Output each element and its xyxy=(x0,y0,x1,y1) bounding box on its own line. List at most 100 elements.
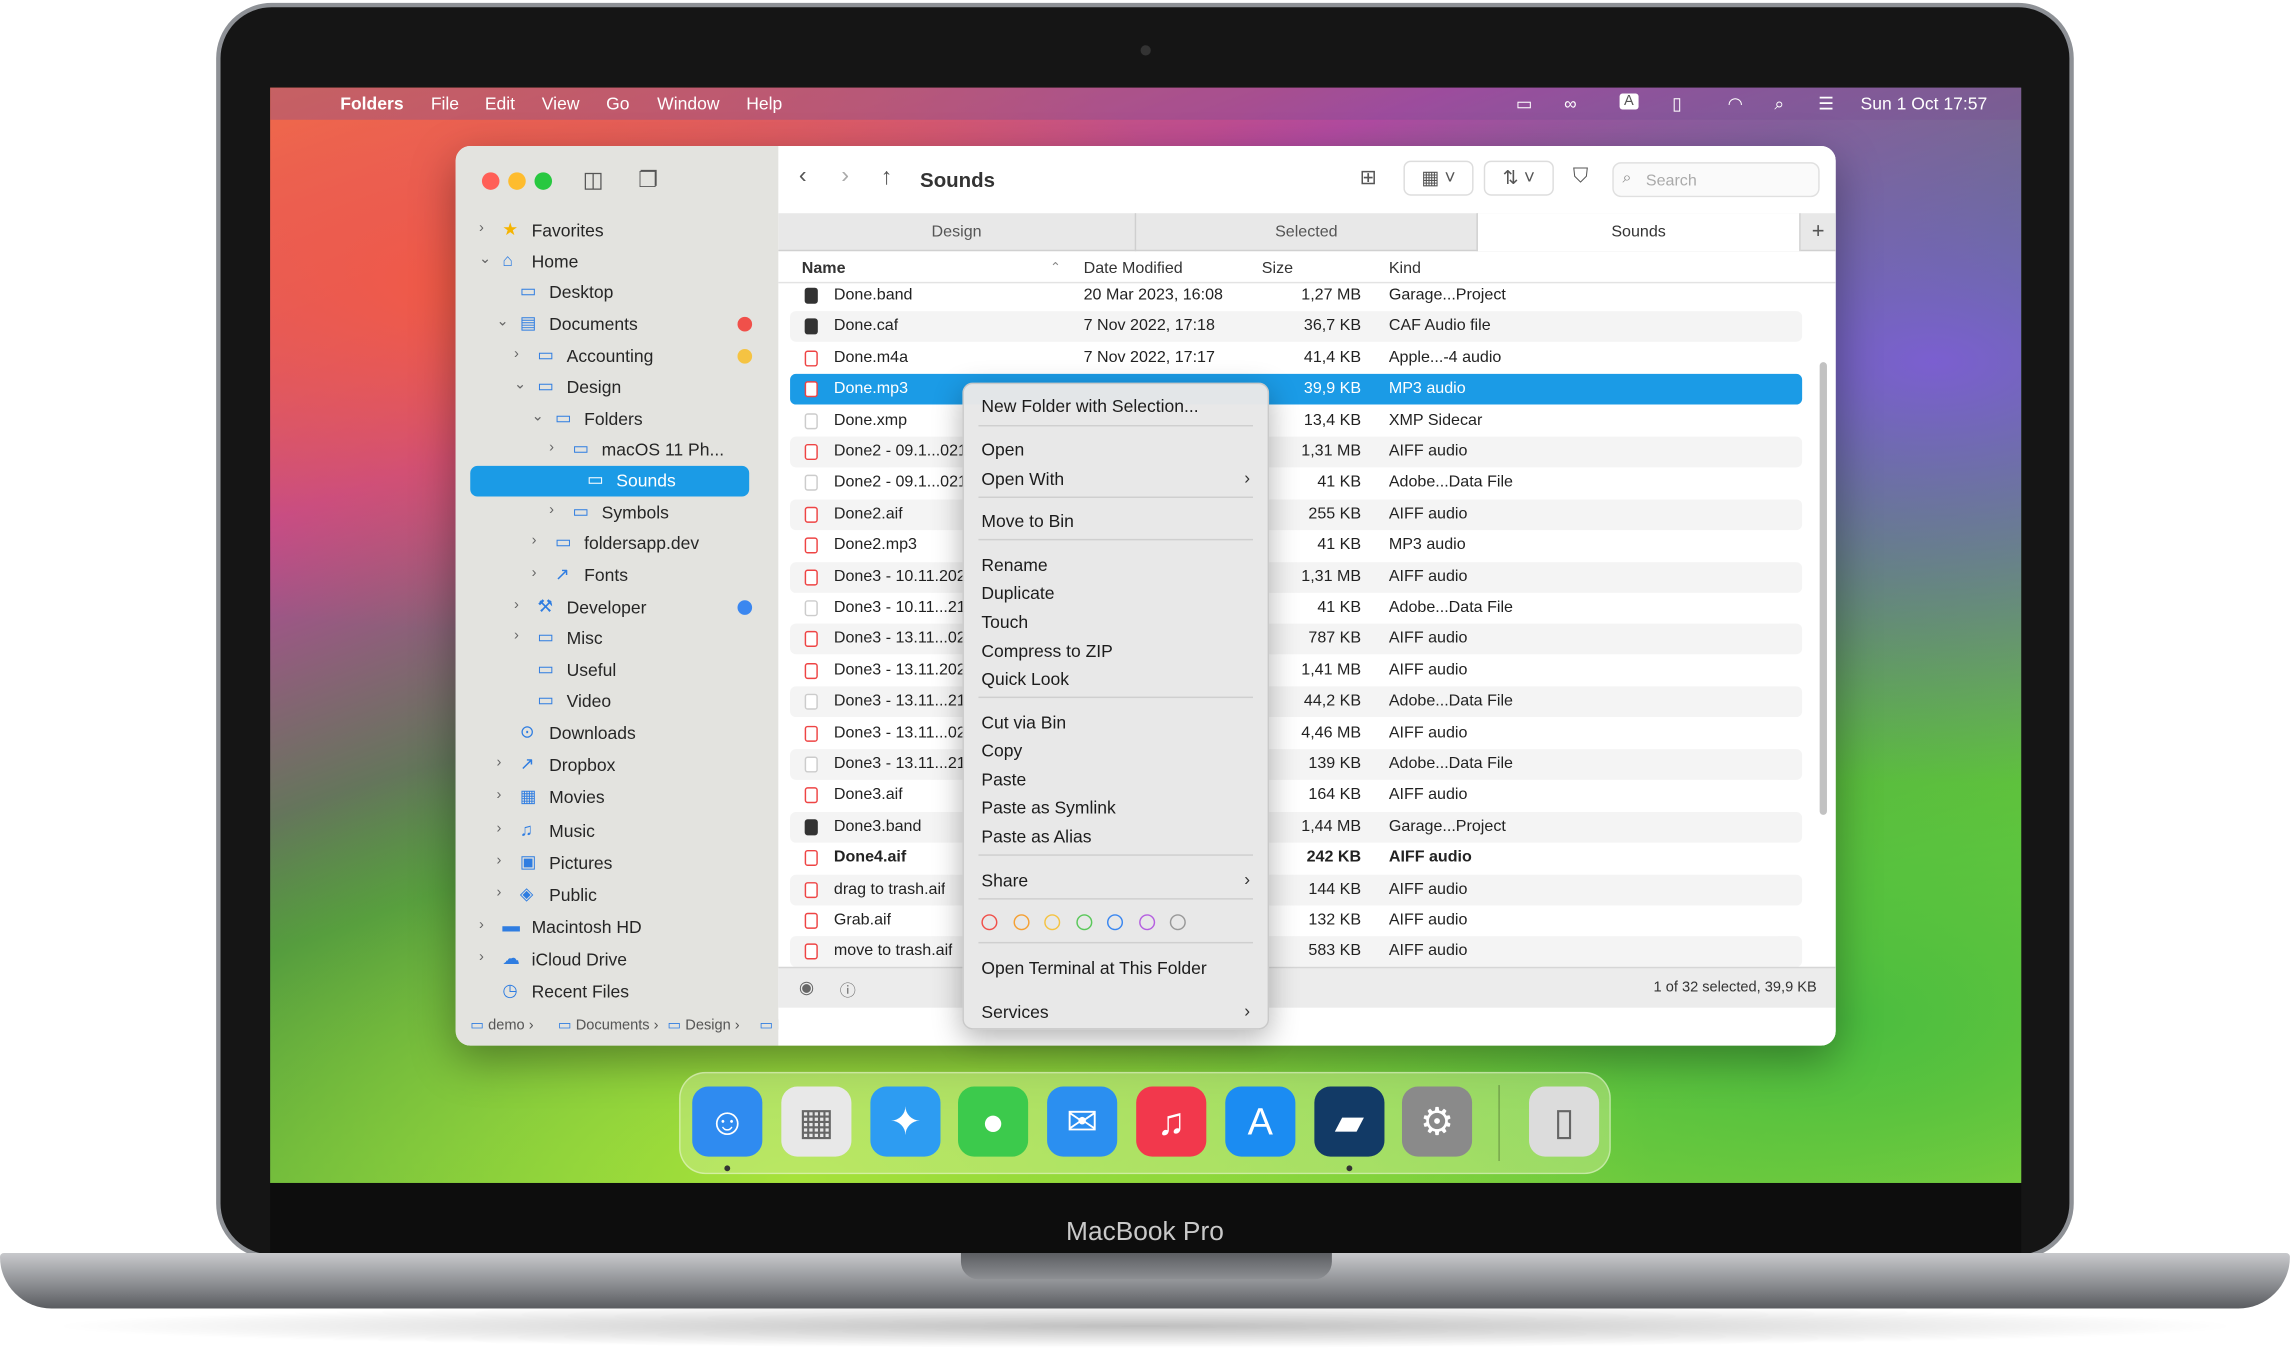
menu-item-copy[interactable]: Copy xyxy=(981,740,1022,760)
forward-icon[interactable]: › xyxy=(841,164,849,190)
info-icon[interactable]: ⓘ xyxy=(840,978,856,1001)
tag-color-dot[interactable] xyxy=(1044,914,1061,931)
sidebar-item-symbols[interactable]: › ▭ Symbols xyxy=(456,498,779,529)
file-row[interactable]: drag to trash.aif 144 KB AIFF audio xyxy=(790,874,1803,905)
breadcrumb-item[interactable]: ▭ Documents › xyxy=(558,1018,659,1034)
folders-app-icon[interactable]: ▰ xyxy=(1314,1086,1385,1157)
sidebar-item-developer[interactable]: › ⚒ Developer xyxy=(456,593,779,624)
control-center-icon[interactable]: ☰ xyxy=(1818,93,1834,113)
trash-icon[interactable]: ▯ xyxy=(1529,1086,1600,1157)
col-date[interactable]: Date Modified xyxy=(1084,260,1183,278)
sidebar-item-movies[interactable]: › ▦ Movies xyxy=(456,783,779,814)
sidebar-item-public[interactable]: › ◈ Public xyxy=(456,881,779,912)
file-row[interactable]: Done3 - 13.11.202 1,41 MB AIFF audio xyxy=(790,655,1802,686)
tag-color-dot[interactable] xyxy=(1106,914,1124,931)
settings-icon[interactable]: ⚙ xyxy=(1401,1086,1473,1157)
sidebar-item-desktop[interactable]: ▭ Desktop xyxy=(456,277,779,308)
breadcrumb-item[interactable]: ▭ demo › xyxy=(470,1018,533,1034)
back-icon[interactable]: ‹ xyxy=(799,164,807,190)
chevron-down-icon[interactable]: ⌄ xyxy=(479,251,491,267)
chevron-right-icon[interactable]: › xyxy=(549,440,554,456)
sidebar-item-macintosh-hd[interactable]: › ▬ Macintosh HD xyxy=(456,913,779,944)
file-row[interactable]: Done3.aif 164 KB AIFF audio xyxy=(790,780,1802,811)
col-kind[interactable]: Kind xyxy=(1389,260,1421,278)
search-field[interactable]: ⌕ Search xyxy=(1612,162,1820,198)
spotlight-icon[interactable]: ⌕ xyxy=(1774,93,1784,115)
sidebar-item-design[interactable]: ⌄ ▭ Design xyxy=(456,372,779,403)
enclosing-folder-icon[interactable]: ↑ xyxy=(881,165,893,191)
tag-color-dot[interactable] xyxy=(1169,914,1186,931)
menu-item-compress-to-zip[interactable]: Compress to ZIP xyxy=(981,641,1112,661)
menu-edit[interactable]: Edit xyxy=(485,93,515,113)
chevron-right-icon[interactable]: › xyxy=(497,853,502,869)
sidebar-item-recent-files[interactable]: ◷ Recent Files xyxy=(456,977,779,1008)
sidebar-item-fonts[interactable]: › ↗ Fonts xyxy=(456,561,779,592)
chevron-right-icon[interactable]: › xyxy=(497,821,502,837)
chevron-right-icon[interactable]: › xyxy=(532,533,537,549)
file-row[interactable]: Done2 - 09.1...021 41 KB Adobe...Data File xyxy=(790,468,1802,499)
menu-item-open[interactable]: Open xyxy=(981,440,1024,460)
menu-item-duplicate[interactable]: Duplicate xyxy=(981,583,1054,603)
menu-item-services[interactable]: Services xyxy=(981,1002,1048,1022)
mail-icon[interactable]: ✉ xyxy=(1047,1086,1118,1157)
file-row[interactable]: Done.caf 7 Nov 2022, 17:18 36,7 KB CAF Audi… xyxy=(790,311,1803,343)
chevron-right-icon[interactable]: › xyxy=(514,346,519,362)
breadcrumb-item[interactable]: ▭ Design › xyxy=(667,1018,739,1034)
menu-item-open-with[interactable]: Open With xyxy=(981,469,1064,489)
input-source-icon[interactable]: A xyxy=(1619,93,1639,110)
menu-window[interactable]: Window xyxy=(657,93,719,113)
menu-item-rename[interactable]: Rename xyxy=(981,555,1047,575)
tag-color-dot[interactable] xyxy=(1075,914,1092,931)
menu-item-share[interactable]: Share xyxy=(981,870,1028,890)
battery-icon[interactable]: ▯ xyxy=(1672,93,1682,113)
tab-sounds[interactable]: Sounds xyxy=(1477,213,1801,252)
file-row[interactable]: Done3 - 13.11...21, 139 KB Adobe...Data Fi… xyxy=(790,749,1803,780)
view-mode-icon[interactable]: ▦ ˅ xyxy=(1403,160,1474,196)
sidebar-toggle-icon[interactable]: ◫ xyxy=(583,166,604,193)
file-row[interactable]: Done.xmp 13,4 KB XMP Sidecar xyxy=(790,405,1802,436)
menu-item-quick-look[interactable]: Quick Look xyxy=(981,669,1069,689)
music-app-icon[interactable]: ♫ xyxy=(1136,1086,1207,1157)
sort-chevron-icon[interactable]: ⌃ xyxy=(1050,260,1061,276)
launchpad-icon[interactable]: ▦ xyxy=(781,1086,852,1157)
wifi-icon[interactable]: ◠ xyxy=(1728,93,1743,113)
menu-item-open-terminal-at-this-folder[interactable]: Open Terminal at This Folder xyxy=(981,958,1206,978)
menu-item-paste[interactable]: Paste xyxy=(981,770,1026,790)
menu-app-name[interactable]: Folders xyxy=(340,93,403,113)
chevron-right-icon[interactable]: › xyxy=(497,787,502,803)
sidebar-item-downloads[interactable]: ⊙ Downloads xyxy=(456,719,779,750)
tag-color-dot[interactable] xyxy=(981,914,998,931)
menu-clock[interactable]: Sun 1 Oct 17:57 xyxy=(1861,93,1988,113)
chevron-right-icon[interactable]: › xyxy=(497,885,502,901)
menu-view[interactable]: View xyxy=(542,93,580,113)
appstore-icon[interactable]: A xyxy=(1225,1086,1296,1157)
bookmark-icon[interactable]: ⛉ xyxy=(1573,164,1588,189)
add-tab-icon[interactable]: + xyxy=(1801,213,1836,251)
menu-item-cut-via-bin[interactable]: Cut via Bin xyxy=(981,713,1066,733)
file-row[interactable]: move to trash.aif 583 KB AIFF audio xyxy=(790,936,1803,967)
file-row[interactable]: Done2.aif 255 KB AIFF audio xyxy=(790,499,1803,530)
sidebar-item-icloud-drive[interactable]: › ☁ iCloud Drive xyxy=(456,945,779,976)
file-row[interactable]: Done.m4a 7 Nov 2022, 17:17 41,4 KB Apple...… xyxy=(790,343,1802,374)
sidebar-item-dropbox[interactable]: › ↗ Dropbox xyxy=(456,751,779,782)
file-row[interactable]: Done3 - 13.11...21, 44,2 KB Adobe...Data F… xyxy=(790,686,1803,718)
sidebar-item-documents[interactable]: ⌄ ▤ Documents xyxy=(456,310,779,341)
safari-icon[interactable]: ✦ xyxy=(870,1086,941,1157)
tag-color-dot[interactable] xyxy=(1138,914,1155,931)
chevron-right-icon[interactable]: › xyxy=(479,221,484,237)
sidebar-item-useful[interactable]: ▭ Useful xyxy=(456,656,779,687)
sort-icon[interactable]: ⇅ ˅ xyxy=(1483,160,1554,196)
menu-item-move-to-bin[interactable]: Move to Bin xyxy=(981,511,1074,531)
sidebar-item-folders[interactable]: ⌄ ▭ Folders xyxy=(456,405,779,436)
chevron-right-icon[interactable]: › xyxy=(514,597,519,613)
new-folder-icon[interactable]: ⊞ xyxy=(1360,165,1377,190)
menu-item-new-folder-with-selection[interactable]: New Folder with Selection... xyxy=(981,396,1198,416)
sidebar-item-sounds[interactable]: ▭ Sounds xyxy=(470,465,750,497)
file-row[interactable]: Done2 - 09.1...021 1,31 MB AIFF audio xyxy=(790,436,1803,468)
file-row[interactable]: Done3 - 10.11...21, 41 KB Adobe...Data Fil… xyxy=(790,593,1802,624)
menu-item-paste-as-alias[interactable]: Paste as Alias xyxy=(981,827,1091,847)
finder-icon[interactable]: ☺ xyxy=(692,1086,763,1157)
sidebar-item-accounting[interactable]: › ▭ Accounting xyxy=(456,342,779,373)
tab-selected[interactable]: Selected xyxy=(1136,213,1478,252)
col-size[interactable]: Size xyxy=(1262,260,1293,278)
